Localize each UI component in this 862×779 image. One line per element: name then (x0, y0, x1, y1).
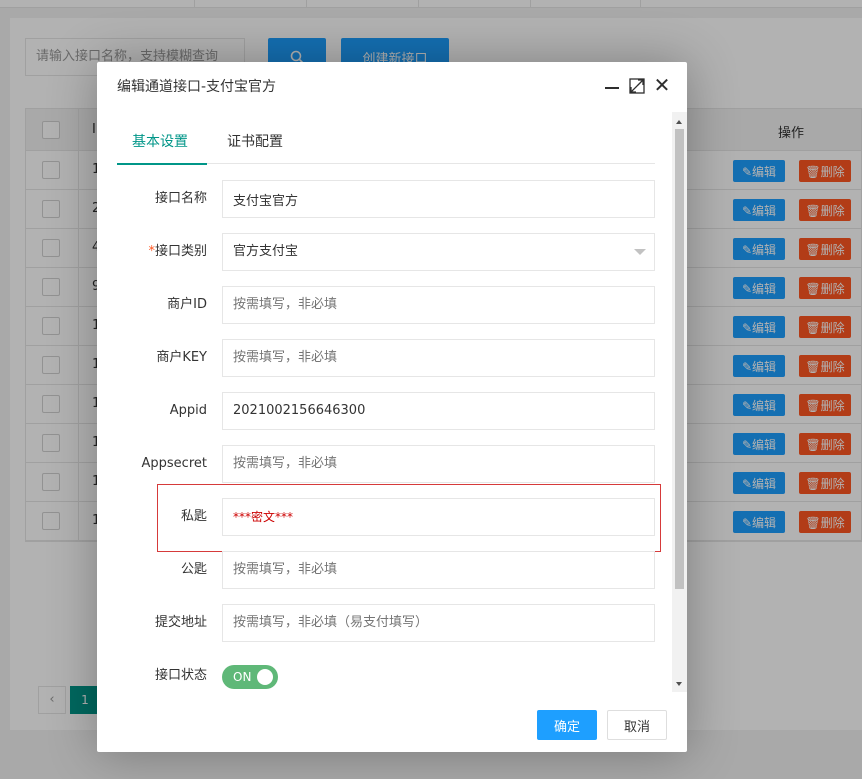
scroll-up-arrow-icon[interactable] (676, 120, 682, 124)
form-row-type: *接口类别 官方支付宝 (97, 233, 687, 271)
tab-basic-settings[interactable]: 基本设置 (117, 126, 207, 165)
toggle-label: ON (233, 670, 252, 684)
appsecret-input[interactable]: 按需填写，非必填 (222, 445, 655, 483)
form-row-status: 接口状态 ON (97, 657, 687, 692)
form-row-submit-url: 提交地址 按需填写，非必填（易支付填写） (97, 604, 687, 642)
tab-certificate-config[interactable]: 证书配置 (212, 126, 298, 164)
field-label-appid: Appid (169, 403, 207, 418)
merchant-key-input[interactable]: 按需填写，非必填 (222, 339, 655, 377)
field-label-name: 接口名称 (154, 191, 207, 206)
toggle-knob (257, 669, 273, 685)
minimize-icon[interactable] (605, 78, 621, 96)
submit-url-input[interactable]: 按需填写，非必填（易支付填写） (222, 604, 655, 642)
field-label-submit-url: 提交地址 (154, 615, 207, 630)
form-row-public-key: 公匙 按需填写，非必填 (97, 551, 687, 589)
interface-name-input[interactable] (222, 180, 655, 218)
field-label-status: 接口状态 (154, 668, 207, 683)
form-row-merchant-key: 商户KEY 按需填写，非必填 (97, 339, 687, 377)
field-label-merchant-id: 商户ID (167, 297, 207, 312)
edit-interface-dialog: 编辑通道接口-支付宝官方 ✕ 基本设置 证书配置 接口名称 *接口类别 官方支付… (97, 62, 687, 752)
form-row-merchant-id: 商户ID 按需填写，非必填 (97, 286, 687, 324)
cancel-button[interactable]: 取消 (607, 710, 667, 740)
field-label-merchant-key: 商户KEY (156, 350, 207, 365)
chevron-down-icon[interactable] (634, 249, 646, 255)
dialog-body: 基本设置 证书配置 接口名称 *接口类别 官方支付宝 商户ID 按需填写，非必填… (97, 112, 687, 692)
appid-input[interactable]: 2021002156646300 (222, 392, 655, 430)
form-row-appid: Appid 2021002156646300 (97, 392, 687, 430)
interface-type-select[interactable]: 官方支付宝 (222, 233, 655, 271)
field-label-public-key: 公匙 (180, 562, 207, 577)
private-key-highlight (157, 484, 661, 552)
public-key-input[interactable]: 按需填写，非必填 (222, 551, 655, 589)
form-row-appsecret: Appsecret 按需填写，非必填 (97, 445, 687, 483)
scrollbar-thumb[interactable] (675, 129, 684, 589)
dialog-title: 编辑通道接口-支付宝官方 (117, 79, 277, 95)
confirm-button[interactable]: 确定 (537, 710, 597, 740)
dialog-scrollbar[interactable] (672, 112, 687, 692)
close-icon[interactable]: ✕ (653, 74, 671, 96)
merchant-id-input[interactable]: 按需填写，非必填 (222, 286, 655, 324)
form-row-name: 接口名称 (97, 180, 687, 218)
tab-bar: 基本设置 证书配置 (117, 126, 655, 165)
field-label-type: *接口类别 (148, 244, 207, 259)
scroll-down-arrow-icon[interactable] (676, 682, 682, 686)
maximize-icon[interactable] (629, 78, 645, 94)
field-label-appsecret: Appsecret (141, 456, 207, 471)
status-toggle[interactable]: ON (222, 665, 278, 689)
